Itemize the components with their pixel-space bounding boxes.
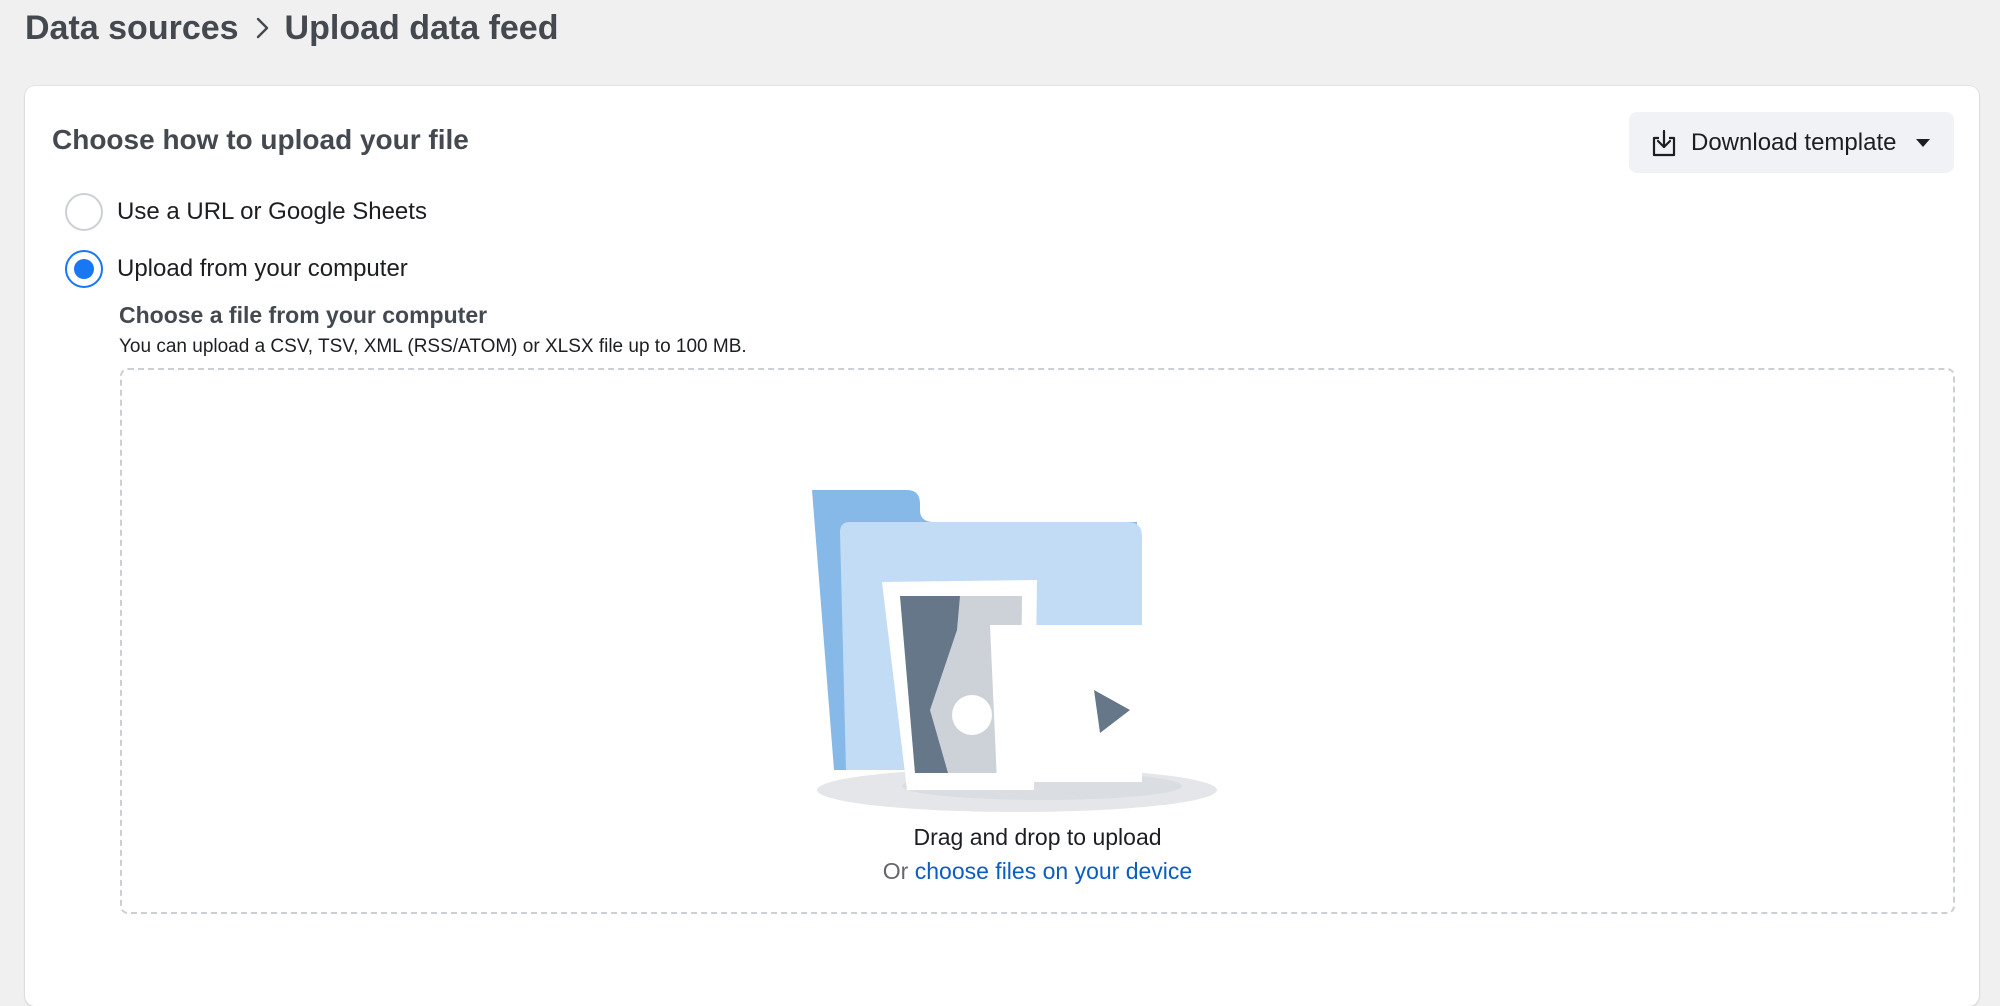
breadcrumb: Data sources Upload data feed [25,4,558,52]
radio-button-computer[interactable] [65,250,103,288]
caret-down-icon [1914,137,1932,149]
radio-option-url[interactable]: Use a URL or Google Sheets [65,193,427,231]
chevron-right-icon [255,16,271,40]
breadcrumb-data-sources[interactable]: Data sources [25,9,239,48]
download-template-label: Download template [1691,128,1897,156]
page-title: Upload data feed [284,8,559,47]
file-section-title: Choose a file from your computer [119,302,488,328]
dropzone-title: Drag and drop to upload [913,824,1162,850]
upload-card: Choose how to upload your file Download … [25,86,1979,1006]
radio-label-url: Use a URL or Google Sheets [117,198,427,225]
radio-selected-dot [74,259,94,279]
dropzone-prefix: Or [882,858,909,884]
choose-files-link[interactable]: choose files on your device [915,858,1192,884]
file-section-description: You can upload a CSV, TSV, XML (RSS/ATOM… [119,336,747,357]
download-template-button[interactable]: Download template [1629,112,1954,173]
folder-media-illustration [812,490,1232,825]
download-icon [1651,128,1677,158]
radio-label-computer: Upload from your computer [117,255,408,282]
radio-button-url[interactable] [65,193,103,231]
card-title: Choose how to upload your file [52,124,469,155]
radio-option-computer[interactable]: Upload from your computer [65,250,408,288]
file-dropzone[interactable]: Drag and drop to upload Or choose files … [120,368,1955,914]
dropzone-subtitle: Or choose files on your device [122,858,1953,885]
